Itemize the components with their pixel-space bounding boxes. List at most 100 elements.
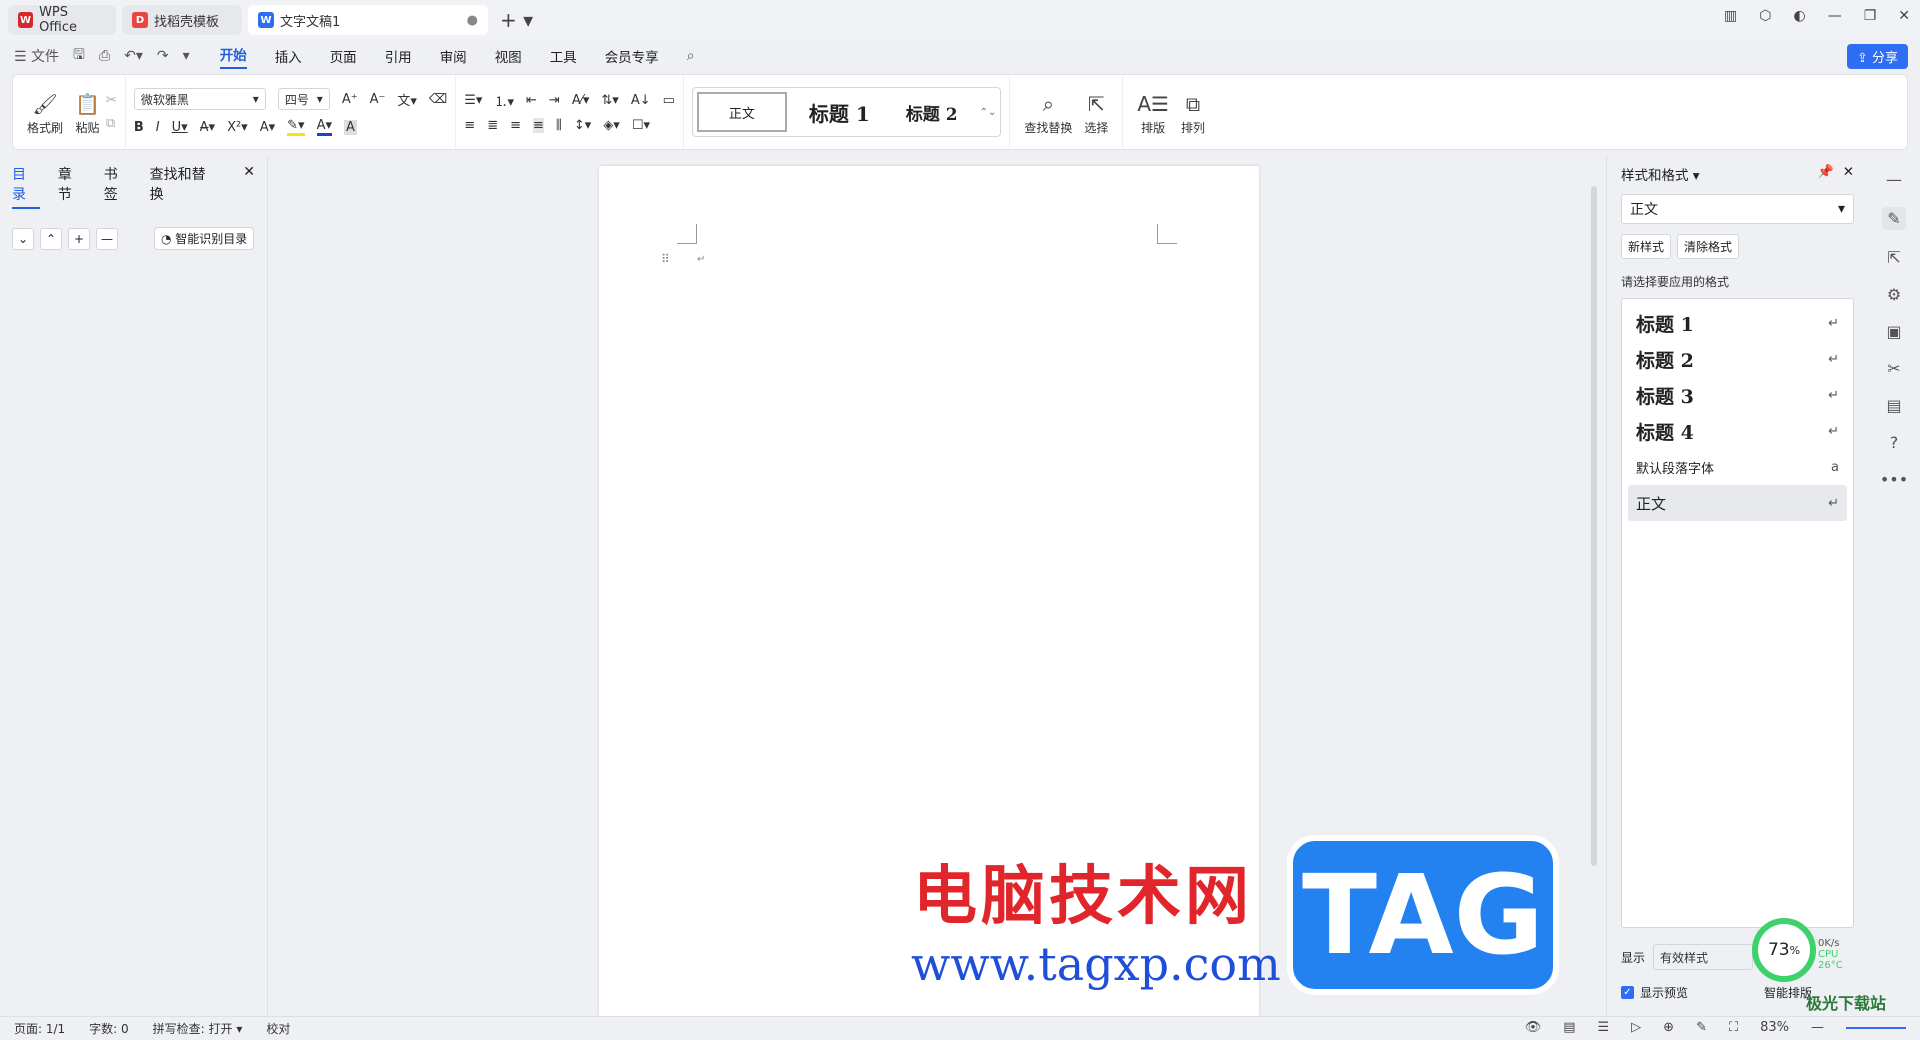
sort-icon[interactable]: ⇅▾ bbox=[601, 93, 618, 108]
style-item-heading-3[interactable]: 标题 3 ↵ bbox=[1628, 377, 1847, 413]
char-shading-icon[interactable]: A bbox=[343, 119, 357, 135]
spellcheck-toggle[interactable]: 拼写检查: 打开 ▾ bbox=[153, 1020, 243, 1037]
grow-font-icon[interactable]: A⁺ bbox=[342, 92, 358, 107]
vertical-scrollbar[interactable] bbox=[1588, 156, 1600, 1016]
strikethrough-icon[interactable]: A̶▾ bbox=[200, 120, 215, 135]
tab-bookmark[interactable]: 书签 bbox=[104, 164, 132, 209]
close-icon[interactable]: ✕ bbox=[243, 164, 255, 209]
share-button[interactable]: ⇪ 分享 bbox=[1846, 44, 1908, 69]
font-color-icon[interactable]: A▾ bbox=[316, 118, 332, 136]
remove-icon[interactable]: — bbox=[96, 227, 118, 250]
gallery-scroll-icon[interactable]: ⌃⌄ bbox=[980, 107, 997, 118]
tab-wps-office[interactable]: W WPS Office bbox=[8, 5, 116, 35]
collapse-icon[interactable]: ⌃ bbox=[40, 227, 62, 250]
redo-icon[interactable]: ↷ bbox=[157, 48, 169, 64]
smart-toc-button[interactable]: ◔ 智能识别目录 bbox=[154, 227, 255, 250]
save-icon[interactable]: 🖫 bbox=[73, 44, 85, 68]
zoom-out-icon[interactable]: — bbox=[1811, 1020, 1824, 1035]
justify-icon[interactable]: ≡ bbox=[533, 118, 544, 133]
zoom-slider[interactable] bbox=[1846, 1026, 1906, 1029]
superscript-icon[interactable]: X²▾ bbox=[227, 120, 248, 135]
adjust-icon[interactable]: ⚙ bbox=[1887, 285, 1901, 304]
styles-pane-title[interactable]: 样式和格式 ▾ bbox=[1621, 164, 1700, 184]
cube-icon[interactable]: ⬡ bbox=[1759, 8, 1771, 24]
close-button[interactable]: ✕ bbox=[1898, 8, 1910, 24]
eye-icon[interactable]: 👁 bbox=[1525, 1020, 1542, 1035]
close-icon[interactable]: ✕ bbox=[1843, 164, 1854, 180]
clear-format-button[interactable]: 清除格式 bbox=[1677, 234, 1740, 259]
tab-chapter[interactable]: 章节 bbox=[58, 164, 86, 209]
eraser-icon[interactable]: ⌫ bbox=[429, 92, 447, 107]
unsaved-dot-icon[interactable]: ● bbox=[467, 13, 478, 28]
search-icon[interactable]: ⌕ bbox=[687, 48, 695, 64]
format-painter-button[interactable]: 🖌 格式刷 bbox=[27, 89, 63, 136]
menu-page[interactable]: 页面 bbox=[330, 46, 357, 66]
tools-icon[interactable]: ✂ bbox=[1887, 359, 1900, 378]
line-spacing-icon[interactable]: ↕▾ bbox=[574, 118, 591, 133]
show-select[interactable]: 有效样式 bbox=[1653, 944, 1754, 970]
select-button[interactable]: ⇱ 选择 bbox=[1084, 89, 1108, 136]
style-normal[interactable]: 正文 bbox=[696, 92, 787, 132]
current-style-select[interactable]: 正文 ▾ bbox=[1621, 194, 1854, 224]
help-icon[interactable]: ? bbox=[1890, 433, 1899, 452]
style-item-heading-1[interactable]: 标题 1 ↵ bbox=[1628, 305, 1847, 341]
tab-document[interactable]: W 文字文稿1 ● bbox=[248, 5, 488, 35]
collapse-icon[interactable]: — bbox=[1886, 170, 1902, 189]
copy-icon[interactable]: ⧉ bbox=[106, 116, 117, 131]
cpu-widget[interactable]: 73% 0K/s CPU 26°C bbox=[1752, 918, 1852, 988]
menu-insert[interactable]: 插入 bbox=[275, 46, 302, 66]
menu-member[interactable]: 会员专享 bbox=[605, 46, 659, 66]
expand-icon[interactable]: ⌄ bbox=[12, 227, 34, 250]
increase-indent-icon[interactable]: ⇥ bbox=[549, 93, 560, 108]
sort-az-icon[interactable]: A↓ bbox=[631, 93, 651, 108]
shrink-font-icon[interactable]: A⁻ bbox=[370, 92, 386, 107]
pen-icon[interactable]: ✎ bbox=[1882, 207, 1906, 230]
bold-icon[interactable]: B bbox=[134, 120, 144, 135]
ruler-icon[interactable]: ▭ bbox=[663, 93, 675, 108]
image-edit-icon[interactable]: ▣ bbox=[1886, 322, 1901, 341]
book-icon[interactable]: ▤ bbox=[1886, 396, 1901, 415]
style-item-normal[interactable]: 正文 ↵ bbox=[1628, 485, 1847, 521]
avatar[interactable]: ◐ bbox=[1793, 8, 1805, 24]
numbering-icon[interactable]: ⒈▾ bbox=[494, 91, 514, 110]
cut-icon[interactable]: ✂ bbox=[106, 93, 117, 108]
drag-handle-icon[interactable]: ⠿ bbox=[661, 252, 670, 266]
underline-icon[interactable]: U▾ bbox=[172, 120, 188, 135]
page-view-icon[interactable]: ▤ bbox=[1563, 1020, 1575, 1035]
pin-icon[interactable]: 📌 bbox=[1817, 164, 1834, 180]
fit-icon[interactable]: ⛶ bbox=[1729, 1020, 1738, 1035]
paste-button[interactable]: 📋 粘贴 bbox=[75, 89, 100, 136]
play-icon[interactable]: ▷ bbox=[1631, 1020, 1641, 1035]
undo-icon[interactable]: ↶▾ bbox=[124, 48, 143, 64]
bullets-icon[interactable]: ☰▾ bbox=[464, 93, 482, 108]
new-tab-button[interactable]: + ▾ bbox=[500, 8, 533, 32]
find-replace-button[interactable]: ⌕ 查找替换 bbox=[1024, 89, 1072, 136]
shading-icon[interactable]: ◈▾ bbox=[603, 118, 620, 133]
page-count[interactable]: 页面: 1/1 bbox=[14, 1020, 65, 1037]
web-icon[interactable]: ⊕ bbox=[1663, 1020, 1674, 1035]
preview-checkbox[interactable]: ✓ bbox=[1621, 986, 1634, 999]
menu-view[interactable]: 视图 bbox=[495, 46, 522, 66]
italic-icon[interactable]: I bbox=[156, 120, 160, 135]
menu-review[interactable]: 审阅 bbox=[440, 46, 467, 66]
tab-toc[interactable]: 目录 bbox=[12, 164, 40, 209]
pointer-icon[interactable]: ⇱ bbox=[1887, 248, 1900, 267]
menu-tools[interactable]: 工具 bbox=[550, 46, 577, 66]
tab-docer-templates[interactable]: D 找稻壳模板 bbox=[122, 5, 242, 35]
distribute-icon[interactable]: ⫼ bbox=[556, 118, 562, 133]
restore-button[interactable]: ❐ bbox=[1864, 8, 1877, 24]
tab-find-replace[interactable]: 查找和替换 bbox=[150, 164, 220, 209]
arrange-button[interactable]: ⧉ 排列 bbox=[1181, 89, 1205, 136]
align-center-icon[interactable]: ≣ bbox=[487, 118, 498, 133]
new-style-button[interactable]: 新样式 bbox=[1621, 234, 1672, 259]
file-menu[interactable]: ☰ 文件 bbox=[14, 46, 59, 66]
menu-references[interactable]: 引用 bbox=[385, 46, 412, 66]
align-left-icon[interactable]: ≡ bbox=[464, 118, 475, 133]
more-icon[interactable]: ••• bbox=[1880, 470, 1908, 489]
style-item-heading-4[interactable]: 标题 4 ↵ bbox=[1628, 413, 1847, 449]
style-item-heading-2[interactable]: 标题 2 ↵ bbox=[1628, 341, 1847, 377]
highlight-icon[interactable]: ✎▾ bbox=[287, 118, 305, 136]
proofread-button[interactable]: 校对 bbox=[266, 1020, 290, 1037]
align-right-icon[interactable]: ≡ bbox=[510, 118, 521, 133]
zoom-level[interactable]: 83% bbox=[1760, 1020, 1789, 1035]
